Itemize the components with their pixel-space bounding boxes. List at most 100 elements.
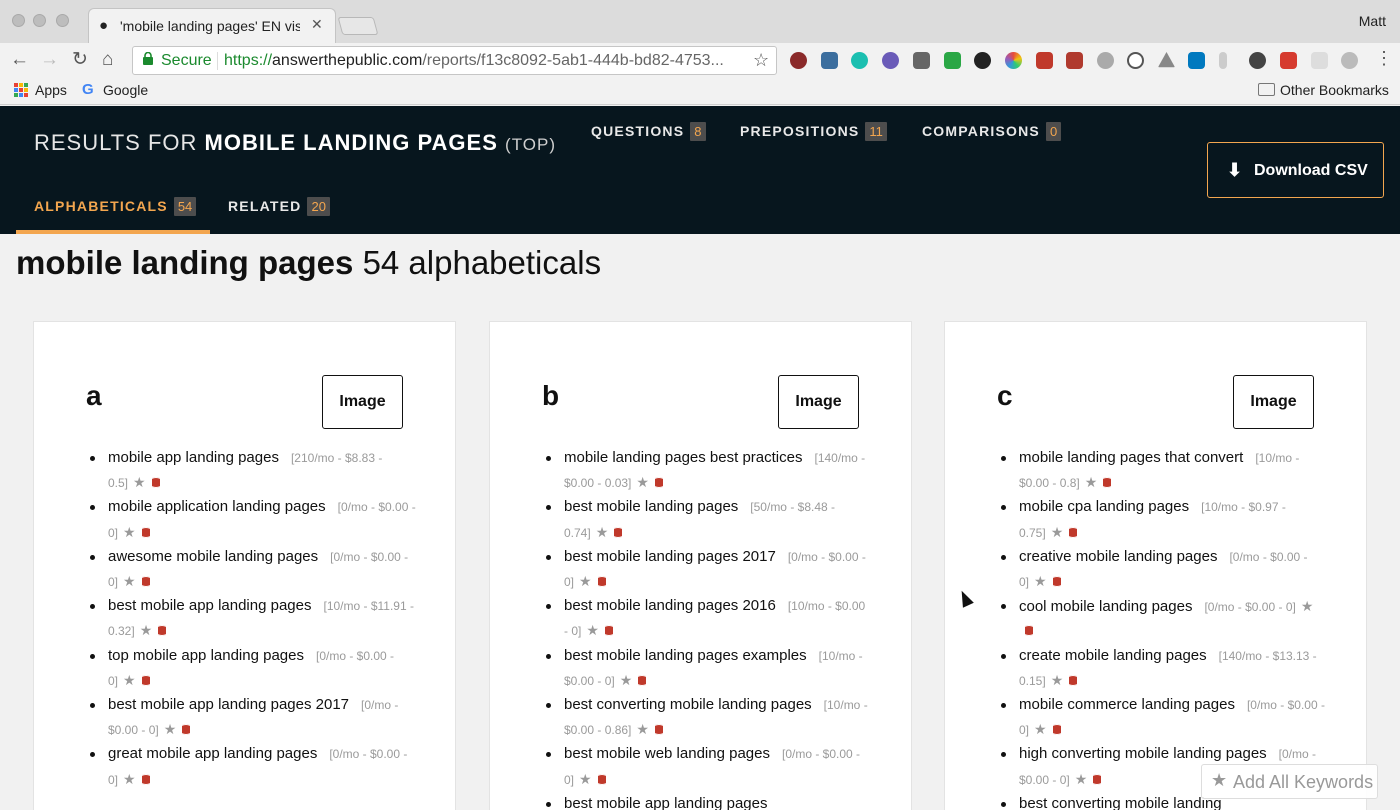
keyword-item[interactable]: best mobile landing pages examples [10/mo… <box>542 644 872 693</box>
keyword-text[interactable]: best mobile landing pages <box>564 498 738 515</box>
window-zoom-button[interactable] <box>56 14 69 27</box>
tab-alphabeticals[interactable]: ALPHABETICALS 54 <box>34 197 197 216</box>
profile-name[interactable]: Matt <box>1359 13 1386 29</box>
keyword-text[interactable]: best converting mobile landing pages <box>564 696 812 713</box>
globe-extension-icon[interactable] <box>1341 52 1358 69</box>
star-icon[interactable]: ★ <box>586 622 599 638</box>
database-icon[interactable] <box>1069 674 1078 686</box>
star-icon[interactable]: ★ <box>123 771 136 787</box>
ghost-extension-icon[interactable] <box>1249 52 1266 69</box>
browser-tab[interactable]: ● 'mobile landing pages' EN visu ✕ <box>88 8 336 44</box>
keyword-text[interactable]: best converting mobile landing <box>1019 795 1222 810</box>
window-minimize-button[interactable] <box>33 14 46 27</box>
keyword-item[interactable]: best mobile app landing pages <box>542 792 872 810</box>
database-icon[interactable] <box>654 724 663 736</box>
add-all-keywords-button[interactable]: ★ Add All Keywords <box>1201 764 1378 799</box>
new-tab-button[interactable] <box>337 17 379 35</box>
tab-questions[interactable]: QUESTIONS 8 <box>591 122 706 141</box>
keyword-text[interactable]: best mobile landing pages examples <box>564 647 807 664</box>
keyword-text[interactable]: best mobile app landing pages 2017 <box>108 696 349 713</box>
keyword-item[interactable]: mobile landing pages that convert [10/mo … <box>997 446 1327 495</box>
star-icon[interactable]: ★ <box>620 672 633 688</box>
database-icon[interactable] <box>604 625 613 637</box>
address-bar[interactable]: Secure https://answerthepublic.com/repor… <box>132 46 777 75</box>
star-icon[interactable]: ★ <box>596 524 609 540</box>
folder-icon[interactable] <box>1258 83 1275 96</box>
database-icon[interactable] <box>151 477 160 489</box>
keyword-item[interactable]: creative mobile landing pages [0/mo - $0.… <box>997 545 1327 594</box>
database-icon[interactable] <box>1069 526 1078 538</box>
bookmark-apps[interactable]: Apps <box>35 82 67 98</box>
keyword-item[interactable]: best mobile web landing pages [0/mo - $0.… <box>542 742 872 791</box>
color-wheel-icon[interactable] <box>1005 52 1022 69</box>
close-tab-icon[interactable]: ✕ <box>311 16 323 33</box>
keyword-item[interactable]: mobile app landing pages [210/mo - $8.83 … <box>86 446 416 495</box>
keyword-text[interactable]: best mobile landing pages 2017 <box>564 548 776 565</box>
star-icon[interactable]: ★ <box>123 672 136 688</box>
star-icon[interactable]: ★ <box>1034 721 1047 737</box>
keyword-text[interactable]: best mobile app landing pages <box>108 597 311 614</box>
keyword-text[interactable]: awesome mobile landing pages <box>108 548 318 565</box>
dots-extension-icon[interactable] <box>1280 52 1297 69</box>
keyword-text[interactable]: mobile commerce landing pages <box>1019 696 1235 713</box>
keyword-item[interactable]: create mobile landing pages [140/mo - $13… <box>997 644 1327 693</box>
database-icon[interactable] <box>1052 724 1061 736</box>
tab-comparisons[interactable]: COMPARISONS 0 <box>922 122 1062 141</box>
keyword-item[interactable]: best mobile landing pages 2017 [0/mo - $0… <box>542 545 872 594</box>
keyword-item[interactable]: mobile landing pages best practices [140/… <box>542 446 872 495</box>
database-icon[interactable] <box>1025 625 1033 637</box>
other-bookmarks[interactable]: Other Bookmarks <box>1280 82 1389 98</box>
star-icon[interactable]: ★ <box>1301 598 1314 614</box>
keyword-text[interactable]: mobile cpa landing pages <box>1019 498 1189 515</box>
bookmark-star-icon[interactable]: ☆ <box>753 50 769 71</box>
database-icon[interactable] <box>654 477 663 489</box>
image-button[interactable]: Image <box>322 375 403 429</box>
keyword-item[interactable]: cool mobile landing pages [0/mo - $0.00 -… <box>997 594 1327 643</box>
keyword-text[interactable]: high converting mobile landing pages <box>1019 745 1267 762</box>
extension-window-icon[interactable] <box>821 52 838 69</box>
keyword-item[interactable]: best mobile landing pages [50/mo - $8.48 … <box>542 495 872 544</box>
evernote-icon[interactable] <box>913 52 930 69</box>
keyword-text[interactable]: great mobile app landing pages <box>108 745 317 762</box>
keyword-item[interactable]: best mobile app landing pages [10/mo - $1… <box>86 594 416 643</box>
star-icon[interactable]: ★ <box>636 721 649 737</box>
star-icon[interactable]: ★ <box>636 474 649 490</box>
keyword-text[interactable]: mobile app landing pages <box>108 449 279 466</box>
star-icon[interactable]: ★ <box>1051 524 1064 540</box>
database-icon[interactable] <box>638 674 647 686</box>
bookmark-google[interactable]: Google <box>103 82 148 98</box>
keyword-text[interactable]: mobile application landing pages <box>108 498 326 515</box>
star-icon[interactable]: ★ <box>1034 573 1047 589</box>
star-icon[interactable]: ★ <box>123 524 136 540</box>
keyword-text[interactable]: top mobile app landing pages <box>108 647 304 664</box>
pin-extension-icon[interactable] <box>1219 52 1227 69</box>
trello-icon[interactable] <box>1188 52 1205 69</box>
database-icon[interactable] <box>182 724 191 736</box>
extension-k-icon[interactable] <box>790 52 807 69</box>
star-icon[interactable]: ★ <box>579 573 592 589</box>
window-close-button[interactable] <box>12 14 25 27</box>
keyword-text[interactable]: create mobile landing pages <box>1019 647 1207 664</box>
database-icon[interactable] <box>141 773 150 785</box>
database-icon[interactable] <box>597 576 606 588</box>
database-icon[interactable] <box>158 625 167 637</box>
keyword-item[interactable]: great mobile app landing pages [0/mo - $0… <box>86 742 416 791</box>
keyword-text[interactable]: best mobile app landing pages <box>564 795 767 810</box>
extension-badge-icon[interactable] <box>882 52 899 69</box>
moon-extension-icon[interactable] <box>1097 52 1114 69</box>
aperture-extension-icon[interactable] <box>1127 52 1144 69</box>
star-icon[interactable]: ★ <box>579 771 592 787</box>
keyword-item[interactable]: best mobile app landing pages 2017 [0/mo … <box>86 693 416 742</box>
keyword-text[interactable]: best mobile web landing pages <box>564 745 770 762</box>
keyword-item[interactable]: mobile cpa landing pages [10/mo - $0.97 -… <box>997 495 1327 544</box>
star-icon[interactable]: ★ <box>123 573 136 589</box>
star-icon[interactable]: ★ <box>1075 771 1088 787</box>
keyword-item[interactable]: mobile application landing pages [0/mo - … <box>86 495 416 544</box>
gauge-extension-icon[interactable] <box>974 52 991 69</box>
database-icon[interactable] <box>1052 576 1061 588</box>
tab-prepositions[interactable]: PREPOSITIONS 11 <box>740 122 887 141</box>
database-icon[interactable] <box>141 526 150 538</box>
reload-icon[interactable]: ↻ <box>72 49 88 71</box>
image-button[interactable]: Image <box>1233 375 1314 429</box>
shield-extension-icon[interactable] <box>944 52 961 69</box>
